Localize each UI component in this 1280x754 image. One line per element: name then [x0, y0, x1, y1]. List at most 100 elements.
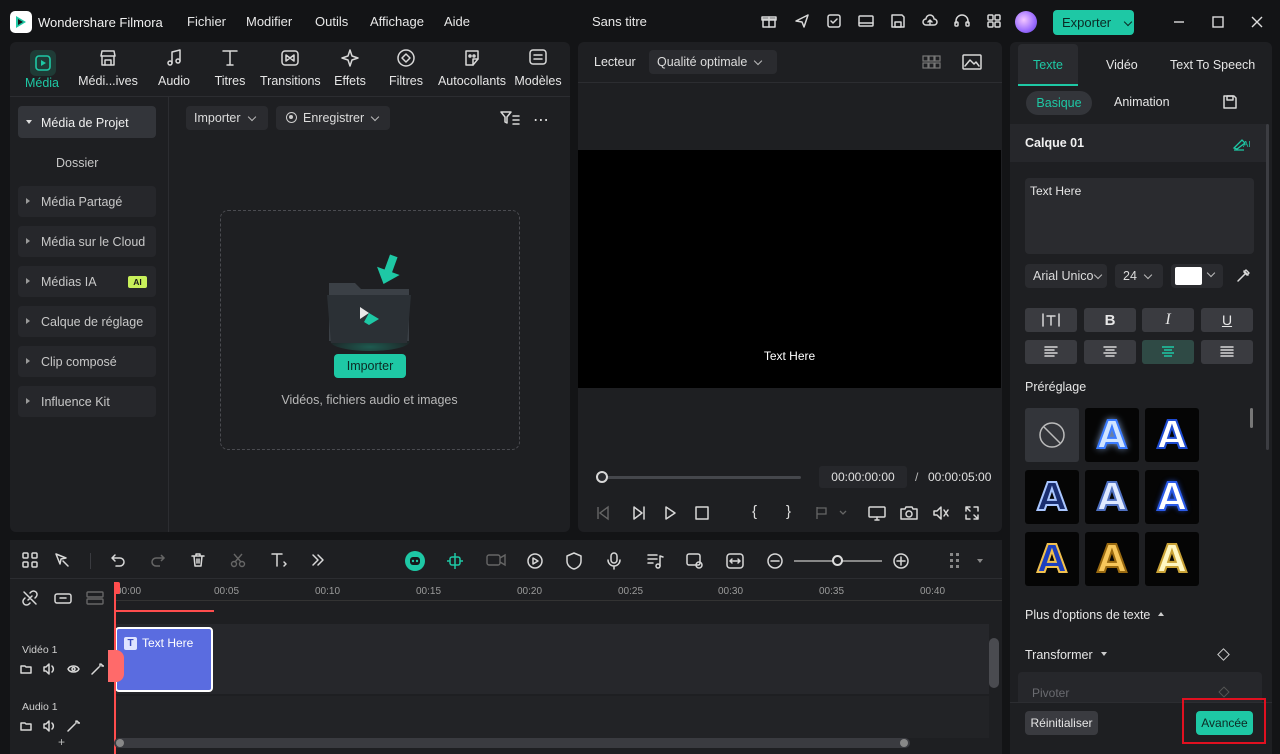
- import-dropdown[interactable]: Importer: [186, 106, 268, 130]
- preset-navy-outline[interactable]: A: [1025, 470, 1079, 524]
- audio-list-icon[interactable]: [646, 552, 664, 570]
- text-spacing-button[interactable]: [1025, 308, 1077, 332]
- drop-zone[interactable]: Importer Vidéos, fichiers audio et image…: [220, 210, 520, 450]
- tab-media[interactable]: [28, 48, 58, 78]
- snap-icon[interactable]: [446, 552, 464, 570]
- fullscreen-icon[interactable]: [964, 505, 980, 521]
- export-button[interactable]: Exporter: [1053, 10, 1134, 35]
- stretch-icon[interactable]: [726, 552, 744, 570]
- volume-icon[interactable]: [43, 720, 56, 732]
- image-icon[interactable]: [962, 54, 982, 70]
- timeline-vertical-scrollbar[interactable]: [989, 638, 999, 688]
- align-right-button[interactable]: [1201, 340, 1253, 364]
- clip-settings-icon[interactable]: [686, 552, 704, 570]
- tab-text-to-speech[interactable]: Text To Speech: [1170, 58, 1255, 72]
- previous-frame-icon[interactable]: [596, 505, 612, 521]
- grid-apps-icon[interactable]: [986, 13, 1002, 29]
- layout-grid-icon[interactable]: [22, 552, 38, 568]
- preset-blue-gold[interactable]: A: [1025, 532, 1079, 586]
- magic-wand-icon[interactable]: [91, 663, 104, 675]
- file-check-icon[interactable]: [826, 13, 842, 29]
- tab-video[interactable]: Vidéo: [1106, 58, 1138, 72]
- zoom-slider-handle[interactable]: [832, 555, 843, 566]
- progress-track[interactable]: [602, 476, 801, 479]
- menu-affichage[interactable]: Affichage: [370, 14, 424, 29]
- link-clip-icon[interactable]: [54, 590, 72, 606]
- timeline-horizontal-scrollbar[interactable]: [114, 738, 910, 748]
- sidebar-item-adjustment-layer[interactable]: Calque de réglage: [18, 306, 156, 337]
- tab-templates[interactable]: Modèles: [508, 48, 568, 88]
- italic-button[interactable]: I: [1142, 308, 1194, 332]
- zoom-in-icon[interactable]: [892, 552, 910, 570]
- tab-transitions[interactable]: Transitions: [260, 48, 321, 88]
- volume-icon[interactable]: [43, 663, 56, 675]
- microphone-icon[interactable]: [606, 552, 622, 570]
- dropzone-import-button[interactable]: Importer: [334, 354, 406, 378]
- audio-mute-icon[interactable]: [932, 505, 950, 521]
- tab-stickers[interactable]: Autocollants: [436, 48, 508, 88]
- align-left-button[interactable]: [1025, 340, 1077, 364]
- reset-button[interactable]: Réinitialiser: [1025, 711, 1098, 735]
- speed-icon[interactable]: [526, 552, 544, 570]
- sidebar-item-folder[interactable]: Dossier: [56, 156, 98, 170]
- delete-icon[interactable]: [190, 552, 206, 568]
- work-area-bar[interactable]: [114, 610, 214, 612]
- progress-handle[interactable]: [596, 471, 608, 483]
- panel-scrollbar[interactable]: [1266, 124, 1269, 450]
- caret-down-icon[interactable]: [1101, 652, 1107, 656]
- bold-button[interactable]: B: [1084, 308, 1136, 332]
- sidebar-item-ai-media[interactable]: Médias IA AI: [18, 266, 156, 297]
- tab-audio[interactable]: Audio: [144, 48, 204, 88]
- save-icon[interactable]: [890, 13, 906, 29]
- preset-gold[interactable]: A: [1085, 532, 1139, 586]
- zoom-out-icon[interactable]: [766, 552, 784, 570]
- presets-scrollbar[interactable]: [1250, 408, 1253, 428]
- view-options-icon[interactable]: [948, 552, 988, 570]
- add-track-icon[interactable]: +: [58, 735, 65, 749]
- record-dropdown[interactable]: Enregistrer: [276, 106, 390, 130]
- grid-view-icon[interactable]: [922, 54, 942, 70]
- preset-silver-blue[interactable]: A: [1085, 470, 1139, 524]
- sidebar-item-compound-clip[interactable]: Clip composé: [18, 346, 156, 377]
- folder-icon[interactable]: [20, 663, 32, 675]
- shield-icon[interactable]: [566, 552, 582, 570]
- text-clip[interactable]: T Text Here: [115, 627, 213, 692]
- camera-effect-icon[interactable]: [486, 552, 506, 568]
- tab-effects[interactable]: Effets: [320, 48, 380, 88]
- snapshot-icon[interactable]: [900, 505, 918, 521]
- more-text-options[interactable]: Plus d'options de texte: [1025, 608, 1150, 622]
- redo-icon[interactable]: [150, 552, 166, 568]
- stop-icon[interactable]: [694, 505, 710, 521]
- keyframe-icon[interactable]: [1218, 686, 1230, 698]
- menu-fichier[interactable]: Fichier: [187, 14, 226, 29]
- gift-icon[interactable]: [761, 13, 777, 29]
- video-preview[interactable]: Text Here: [578, 150, 1001, 388]
- align-center-button[interactable]: [1084, 340, 1136, 364]
- layout-icon[interactable]: [858, 13, 874, 29]
- sidebar-item-shared-media[interactable]: Média Partagé: [18, 186, 156, 217]
- tab-titles[interactable]: Titres: [200, 48, 260, 88]
- clip-trim-handle[interactable]: [108, 650, 124, 682]
- send-icon[interactable]: [794, 13, 810, 29]
- audio-track-lane[interactable]: [114, 696, 989, 738]
- font-color-select[interactable]: [1171, 264, 1223, 288]
- preset-white-blue[interactable]: A: [1145, 408, 1199, 462]
- preset-white-glow[interactable]: A: [1145, 470, 1199, 524]
- headset-icon[interactable]: [954, 13, 970, 29]
- scrollbar-handle-left[interactable]: [116, 739, 124, 747]
- sidebar-item-project-media[interactable]: Média de Projet: [18, 106, 156, 138]
- menu-modifier[interactable]: Modifier: [246, 14, 292, 29]
- align-justify-button[interactable]: [1142, 340, 1194, 364]
- underline-button[interactable]: U: [1201, 308, 1253, 332]
- eyedropper-icon[interactable]: [1235, 268, 1251, 284]
- display-icon[interactable]: [868, 505, 886, 521]
- cloud-upload-icon[interactable]: [922, 13, 938, 29]
- close-icon[interactable]: [1250, 15, 1264, 29]
- current-time[interactable]: 00:00:00:00: [819, 466, 907, 488]
- video-track-lane[interactable]: [114, 624, 989, 694]
- magic-wand-icon[interactable]: [67, 720, 80, 732]
- font-size-select[interactable]: 24: [1115, 264, 1163, 288]
- ai-robot-icon[interactable]: [405, 551, 425, 571]
- menu-aide[interactable]: Aide: [444, 14, 470, 29]
- advanced-button[interactable]: Avancée: [1196, 711, 1253, 735]
